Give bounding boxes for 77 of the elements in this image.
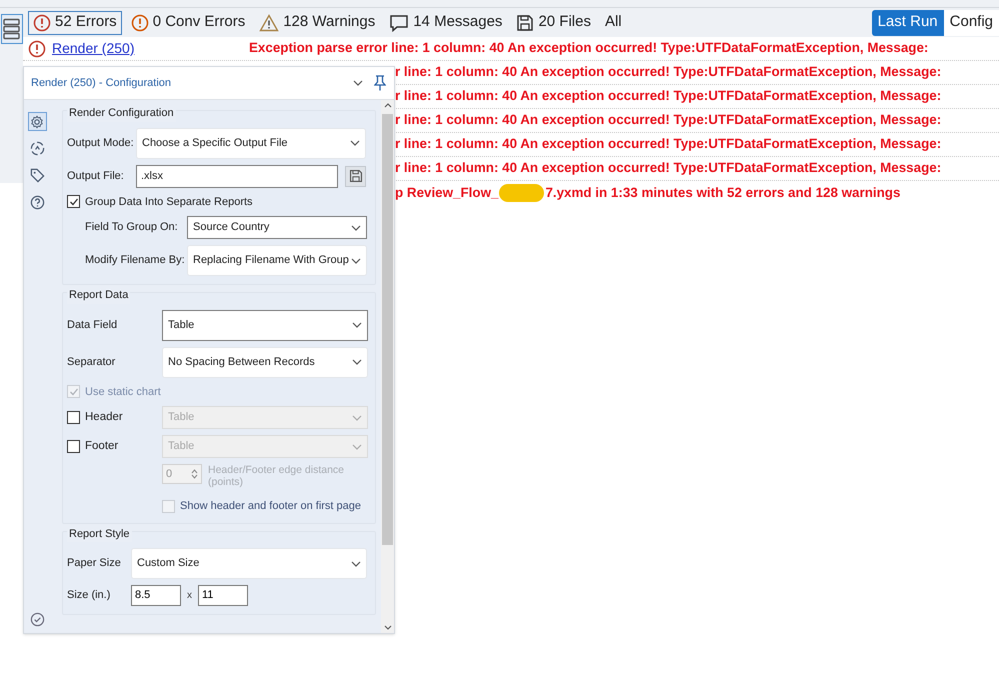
dropdown[interactable]: Choose a Specific Output File xyxy=(136,128,366,158)
help-icon xyxy=(30,195,44,210)
filter-tab[interactable]: 128 Warnings xyxy=(254,10,380,34)
checkbox-label: Footer xyxy=(85,438,118,454)
error-message: r line: 1 column: 40 An exception occurred! Type:UTFDataFormatException, Message: xyxy=(395,159,942,178)
error-message: r line: 1 column: 40 An exception occurred! Type:UTFDataFormatException, Message: xyxy=(395,63,942,82)
scrollbar-thumb[interactable] xyxy=(382,114,393,545)
chevron-down-icon xyxy=(351,224,361,230)
error-icon xyxy=(33,14,51,32)
dropdown[interactable]: Replacing Filename With Group xyxy=(187,245,367,276)
chevron-down-icon xyxy=(353,80,363,86)
tool-link[interactable]: Render (250) xyxy=(52,38,134,59)
dropdown[interactable]: Table xyxy=(162,310,368,340)
dropdown[interactable]: Source Country xyxy=(187,216,367,239)
warning-icon xyxy=(259,14,280,32)
chevron-down-icon xyxy=(350,140,360,146)
side-tab[interactable] xyxy=(28,112,46,131)
save-file-button[interactable] xyxy=(345,166,366,186)
panel-title: Render (250) - Configuration xyxy=(31,76,172,91)
filter-tab[interactable]: 0 Conv Errors xyxy=(126,10,250,34)
error-message: Exception parse error line: 1 column: 40 An exception occurred! Type:UTFDataFormatException, Message: xyxy=(249,39,928,58)
chevron-down-icon xyxy=(351,560,361,566)
dropdown[interactable]: Custom Size xyxy=(131,548,367,579)
field-label: Modify Filename By: xyxy=(85,253,186,268)
scroll-up-icon xyxy=(384,103,392,108)
error-message: r line: 1 column: 40 An exception occurred! Type:UTFDataFormatException, Message: xyxy=(395,111,942,130)
stepper-arrows-icon xyxy=(191,468,198,480)
speech-bubble-icon xyxy=(389,14,410,32)
view-tab[interactable]: Last Run xyxy=(872,10,944,36)
save-icon xyxy=(516,14,534,32)
scroll-down-icon xyxy=(384,625,392,630)
checkbox-label: Group Data Into Separate Reports xyxy=(85,194,253,210)
checkbox-label: Show header and footer on first page xyxy=(180,499,362,514)
menu-button[interactable] xyxy=(0,14,22,44)
field-label: Output File: xyxy=(67,168,125,184)
checkbox-label: Header xyxy=(85,410,123,425)
save-icon xyxy=(348,169,362,183)
settings-icon xyxy=(30,114,44,128)
height-field[interactable]: 11 xyxy=(198,585,248,606)
width-field[interactable]: 8.5 xyxy=(131,585,181,606)
scrollbar[interactable] xyxy=(381,100,394,633)
error-message: r line: 1 column: 40 An exception occurred! Type:UTFDataFormatException, Message: xyxy=(395,135,942,154)
chevron-down-icon xyxy=(352,414,362,420)
filter-tab[interactable]: 20 Files xyxy=(511,10,596,34)
error-message: p Review_Flow_ xyxy=(395,184,498,202)
menu-icon xyxy=(3,18,20,40)
filter-tab[interactable]: All xyxy=(600,10,627,34)
chevron-down-icon xyxy=(351,258,361,264)
pin-button[interactable] xyxy=(373,74,387,92)
field-label: Size (in.) xyxy=(67,588,112,604)
chevron-down-icon xyxy=(352,322,362,328)
checkbox[interactable] xyxy=(67,195,80,208)
error-message: 7.yxmd in 1:33 minutes with 52 errors and 128 warnings xyxy=(545,184,900,202)
error-message: r line: 1 column: 40 An exception occurred! Type:UTFDataFormatException, Message: xyxy=(395,87,942,106)
field-label: Separator xyxy=(67,354,116,370)
check-circle-icon xyxy=(30,612,44,627)
size-separator: x xyxy=(187,589,192,603)
chevron-down-icon xyxy=(352,444,362,450)
error-icon xyxy=(130,14,149,32)
checkbox-label: Use static chart xyxy=(85,384,161,400)
file-path-field[interactable]: .xlsx xyxy=(136,164,338,188)
field-label: Data Field xyxy=(67,318,118,333)
field-label: Paper Size xyxy=(67,556,122,572)
dropdown[interactable]: No Spacing Between Records xyxy=(162,346,368,378)
filter-tab[interactable]: 52 Errors xyxy=(28,10,122,34)
error-icon xyxy=(28,40,46,58)
field-label: Output Mode: xyxy=(67,136,135,151)
redaction-mark xyxy=(499,184,544,202)
tag-icon xyxy=(30,168,44,183)
group-title: Report Data xyxy=(67,287,130,304)
pin-icon xyxy=(374,75,386,91)
view-tab[interactable]: Config xyxy=(944,10,999,36)
group-title: Render Configuration xyxy=(67,105,176,122)
filter-tab[interactable]: 14 Messages xyxy=(384,10,508,34)
chevron-down-icon xyxy=(352,359,362,365)
spinner-label: Header/Footer edge distance (points) xyxy=(208,464,346,488)
field-label: Field To Group On: xyxy=(85,220,179,236)
